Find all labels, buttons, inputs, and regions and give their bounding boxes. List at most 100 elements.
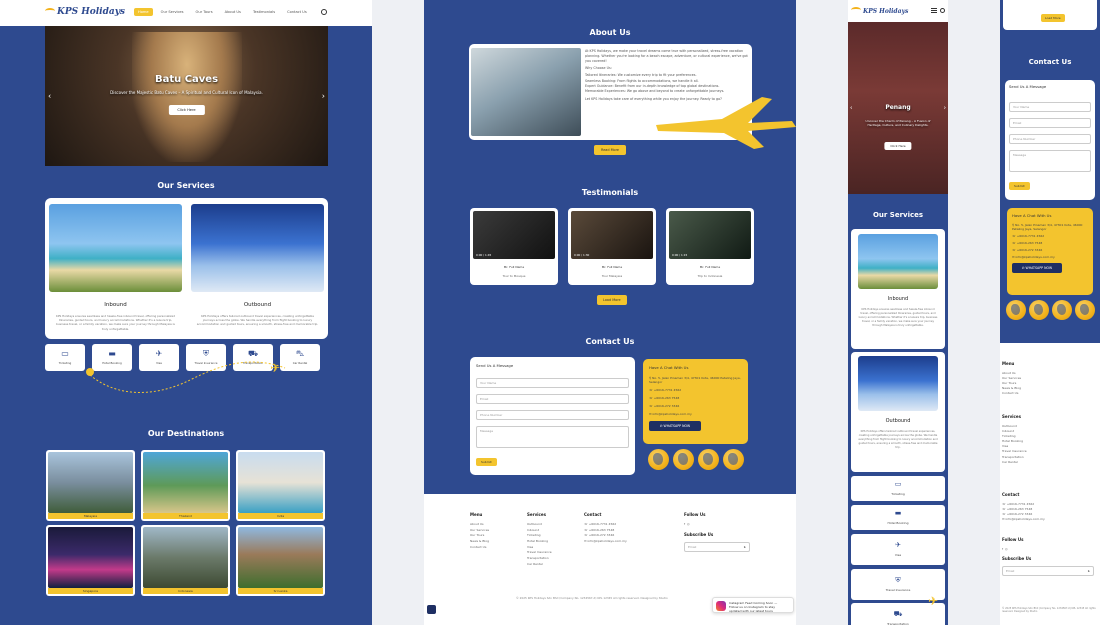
phone-text[interactable]: +6016-7731 4562 [654, 388, 681, 392]
name-field[interactable]: Your Name [476, 378, 629, 388]
search-icon[interactable] [321, 9, 327, 15]
chevron-right-icon[interactable]: › [944, 105, 946, 112]
whatsapp-button[interactable]: ✆ WHATSAPP NOW [649, 421, 701, 431]
inbound-service-card[interactable]: Inbound KPS Holidays ensures seamless an… [49, 204, 182, 334]
phone-text[interactable]: +6016-263 7548 [654, 396, 680, 400]
globe-icon [1029, 300, 1049, 320]
footer-link[interactable]: News & Blog [470, 539, 489, 545]
mobile-inbound-card[interactable]: Inbound KPS Holidays ensures seamless an… [851, 229, 945, 349]
instagram-icon[interactable]: ◎ [1005, 547, 1008, 551]
submit-button[interactable]: Submit [1009, 182, 1030, 190]
footer-services-column: Services Outbound Inbound Ticketing Hote… [527, 512, 552, 568]
nav-testimonials[interactable]: Testimonials [249, 8, 279, 16]
nav-about-us[interactable]: About Us [221, 8, 245, 16]
read-more-button[interactable]: Read More [594, 145, 627, 155]
footer-email[interactable]: ✉ info@kpsholidays.com.my [584, 539, 627, 545]
email-field[interactable]: Email [476, 394, 629, 404]
destination-card-indonesia[interactable]: Indonesia [141, 525, 230, 596]
send-icon[interactable]: ➤ [1087, 569, 1090, 573]
footer-link[interactable]: Car Rental [1002, 460, 1027, 465]
mobile-load-more-button[interactable]: Load More [1041, 14, 1065, 22]
hero-title: Batu Caves [154, 74, 219, 85]
email-text[interactable]: info@kpsholidays.com.my [652, 412, 691, 416]
subscribe-placeholder: Email [1006, 568, 1015, 573]
nav-our-tours[interactable]: Our Tours [192, 8, 217, 16]
testimonial-name: Mr. Full Name [601, 265, 623, 269]
load-more-button[interactable]: Load More [597, 295, 627, 305]
destination-card-thailand[interactable]: Thailand [141, 450, 230, 521]
name-field[interactable]: Your Name [1009, 102, 1091, 112]
footer-link[interactable]: Transportation [1002, 455, 1027, 460]
mobile-service-tile[interactable]: ▭ Ticketing [851, 476, 945, 501]
desktop-footer: Menu About Us Our Services Our Tours New… [424, 494, 796, 625]
destination-card-sri-lanka[interactable]: Sri Lanka [236, 525, 325, 596]
submit-button[interactable]: Submit [476, 458, 497, 466]
testimonial-name: Mr. Full Name [699, 265, 721, 269]
testimonial-video-player[interactable]: 0:00 / 1:30 [571, 211, 653, 259]
hamburger-menu-icon[interactable] [931, 8, 937, 13]
destination-image [143, 452, 228, 513]
whatsapp-button[interactable]: ✆ WHATSAPP NOW [1012, 263, 1062, 273]
nav-contact-us[interactable]: Contact Us [283, 8, 311, 16]
hero-cta-button[interactable]: Click Here [168, 105, 205, 115]
footer-link[interactable]: Transportation [527, 556, 552, 562]
destination-label: Thailand [143, 513, 228, 519]
send-icon[interactable]: ➤ [743, 545, 746, 549]
phone-text[interactable]: +6016-263 7548 [1017, 241, 1043, 245]
outbound-service-card[interactable]: Outbound KPS Holidays offers tailored ou… [191, 204, 324, 334]
outbound-description: KPS Holidays offers tailored outbound tr… [196, 314, 319, 327]
footer-email[interactable]: ✉ info@kpsholidays.com.my [1002, 517, 1045, 522]
mobile-service-tile[interactable]: ▬ Hotel Booking [851, 505, 945, 530]
mobile-outbound-card[interactable]: Outbound KPS Holidays offers tailored ou… [851, 352, 945, 472]
inbound-title: Inbound [104, 302, 127, 308]
testimonial-video-player[interactable]: 0:00 / 1:15 [669, 211, 751, 259]
plane-icon: ✈ [270, 361, 280, 375]
inbound-description: KPS Holidays ensures seamless and hassle… [858, 308, 938, 327]
testimonial-list: 0:00 / 1:45 Mr. Full Name Tour to Mosque… [470, 208, 754, 285]
phone-text[interactable]: +6016-272 3346 [654, 404, 680, 408]
destination-card-singapore[interactable]: Singapore [46, 525, 135, 596]
footer-link[interactable]: Car Rental [527, 562, 552, 568]
desktop-home-panel: KPS Holidays Home Our Services Our Tours… [0, 0, 372, 625]
facebook-icon[interactable]: f [684, 522, 685, 526]
phone-text[interactable]: +6016-272 3346 [1017, 248, 1043, 252]
service-tile[interactable]: ▭ Ticketing [45, 344, 85, 371]
destination-card-india[interactable]: India [236, 450, 325, 521]
footer-link[interactable]: Travel Insurance [1002, 449, 1027, 454]
message-field[interactable]: Message [476, 426, 629, 448]
instagram-icon[interactable]: ◎ [687, 522, 690, 526]
phone-text[interactable]: +6016-7731 4562 [1017, 234, 1044, 238]
chat-widget-icon[interactable] [427, 605, 436, 614]
footer-services-heading: Services [527, 512, 547, 517]
footer-link[interactable]: Contact Us [1002, 391, 1021, 396]
destination-card-malaysia[interactable]: Malaysia [46, 450, 135, 521]
chevron-right-icon[interactable]: › [322, 92, 325, 101]
phone-field[interactable]: Phone Number [476, 410, 629, 420]
message-field[interactable]: Message [1009, 150, 1091, 172]
email-text[interactable]: info@kpsholidays.com.my [1015, 255, 1054, 259]
footer-link[interactable]: Contact Us [470, 545, 489, 551]
nav-our-services[interactable]: Our Services [157, 8, 188, 16]
chevron-left-icon[interactable]: ‹ [850, 105, 852, 112]
facebook-icon[interactable]: f [1002, 547, 1003, 551]
footer-link[interactable]: Hotel Booking [527, 539, 552, 545]
testimonial-video-player[interactable]: 0:00 / 1:45 [473, 211, 555, 259]
destination-image [238, 452, 323, 513]
nav-home[interactable]: Home [134, 8, 153, 16]
mobile-service-tile[interactable]: ✈ Visa [851, 534, 945, 565]
subscribe-email-input[interactable]: Email ➤ [1002, 565, 1094, 576]
email-field[interactable]: Email [1009, 118, 1091, 128]
services-section-title: Our Services [157, 181, 215, 190]
site-logo[interactable]: KPS Holidays [851, 7, 908, 15]
globe-decoration-row [1006, 300, 1095, 320]
site-logo[interactable]: KPS Holidays [45, 7, 125, 17]
instagram-popup[interactable]: Instagram Feed Coming Soon — Follow us o… [712, 597, 794, 613]
phone-field[interactable]: Phone Number [1009, 134, 1091, 144]
subscribe-email-input[interactable]: Email ➤ [684, 541, 750, 552]
inbound-description: KPS Holidays ensures seamless and hassle… [56, 314, 175, 331]
mobile-hero-cta-button[interactable]: Click Here [884, 142, 912, 150]
about-intro: At KPS Holidays, we make your travel dre… [585, 49, 748, 64]
search-icon[interactable] [940, 8, 945, 13]
chevron-left-icon[interactable]: ‹ [48, 92, 51, 101]
mobile-services-title: Our Services [872, 211, 924, 219]
